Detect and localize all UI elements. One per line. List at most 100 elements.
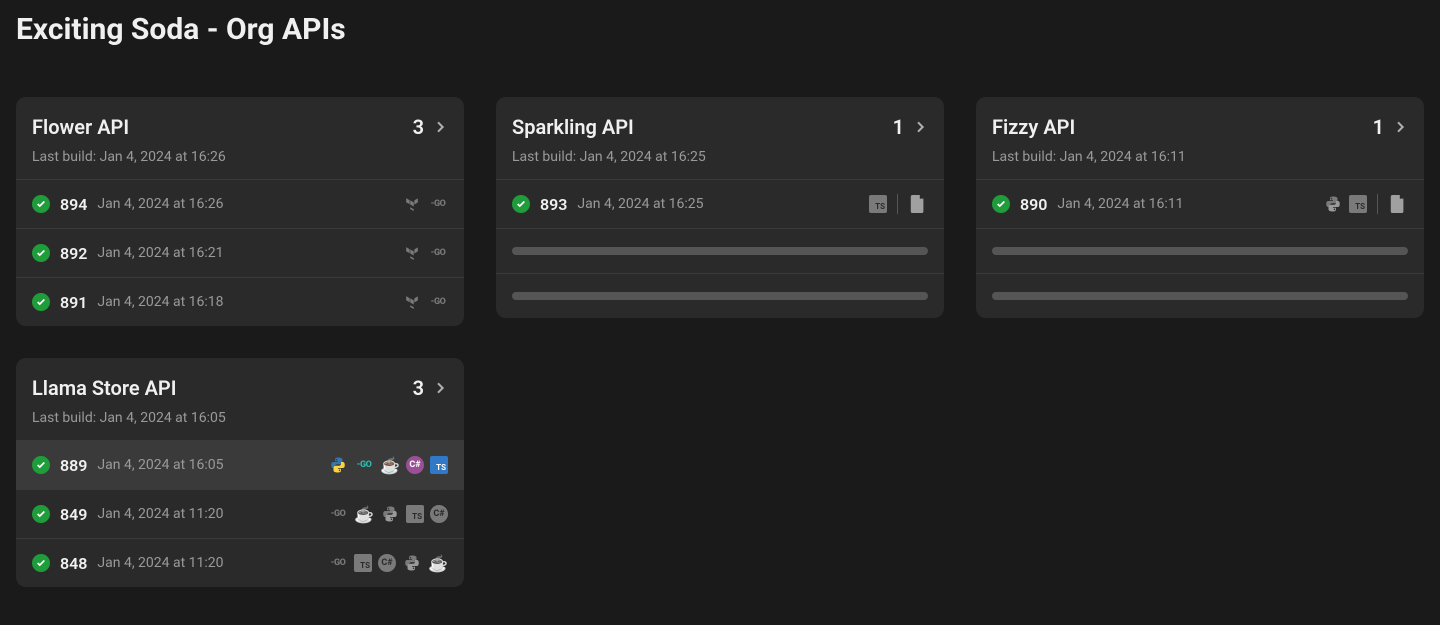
java-icon: ☕ [354,504,374,524]
success-icon [992,195,1010,213]
build-langs: TS [1323,194,1408,214]
csharp-icon: C# [378,554,396,572]
typescript-icon: TS [869,195,887,213]
csharp-icon: C# [406,456,424,474]
chevron-right-icon [432,380,448,396]
terraform-icon [402,194,422,214]
placeholder-row [976,228,1424,273]
terraform-icon [402,243,422,263]
build-number: 890 [1020,195,1047,214]
card-count-group: 3 [413,376,448,400]
build-langs: -GO [402,243,448,263]
card-count: 1 [1373,115,1384,139]
build-langs: -GO TS C# ☕ [328,553,448,573]
card-title: Llama Store API [32,376,177,400]
chevron-right-icon [432,119,448,135]
placeholder-bar [512,292,928,300]
placeholder-row [976,273,1424,318]
build-info: 893 Jan 4, 2024 at 16:25 [512,195,704,214]
build-langs: TS [869,194,928,214]
build-row[interactable]: 848 Jan 4, 2024 at 11:20 -GO TS C# ☕ [16,538,464,587]
card-count: 1 [893,115,904,139]
python-icon [1323,194,1343,214]
card-header[interactable]: Flower API 3 Last build: Jan 4, 2024 at … [16,97,464,179]
build-row[interactable]: 893 Jan 4, 2024 at 16:25 TS [496,179,944,228]
build-date: Jan 4, 2024 at 16:11 [1057,196,1183,212]
card-count: 3 [413,376,424,400]
card-header[interactable]: Sparkling API 1 Last build: Jan 4, 2024 … [496,97,944,179]
card-count-group: 3 [413,115,448,139]
success-icon [32,554,50,572]
build-date: Jan 4, 2024 at 16:21 [97,245,223,261]
build-number: 891 [60,293,87,312]
build-row[interactable]: 892 Jan 4, 2024 at 16:21 -GO [16,228,464,277]
build-langs: -GO [402,292,448,312]
build-number: 893 [540,195,567,214]
card-subtitle: Last build: Jan 4, 2024 at 16:05 [32,410,448,426]
build-info: 889 Jan 4, 2024 at 16:05 [32,456,224,475]
card-title: Flower API [32,115,129,139]
java-icon: ☕ [380,455,400,475]
divider [897,194,898,214]
chevron-right-icon [1392,119,1408,135]
build-date: Jan 4, 2024 at 16:18 [97,294,223,310]
placeholder-bar [992,292,1408,300]
build-row[interactable]: 889 Jan 4, 2024 at 16:05 -GO ☕ C# TS [16,440,464,489]
build-number: 889 [60,456,87,475]
build-date: Jan 4, 2024 at 11:20 [97,506,223,522]
build-number: 848 [60,554,87,573]
csharp-icon: C# [430,505,448,523]
card-count-group: 1 [1373,115,1408,139]
build-langs: -GO ☕ C# TS [328,455,448,475]
build-row[interactable]: 894 Jan 4, 2024 at 16:26 -GO [16,179,464,228]
build-row[interactable]: 849 Jan 4, 2024 at 11:20 -GO☕TSC# [16,489,464,538]
api-card: Llama Store API 3 Last build: Jan 4, 202… [16,358,464,587]
typescript-icon: TS [354,554,372,572]
python-icon [328,455,348,475]
page-title: Exciting Soda - Org APIs [16,0,1424,47]
build-langs: -GO [402,194,448,214]
cards-grid: Flower API 3 Last build: Jan 4, 2024 at … [16,97,1424,619]
api-card: Sparkling API 1 Last build: Jan 4, 2024 … [496,97,944,318]
typescript-icon: TS [1349,195,1367,213]
build-row[interactable]: 890 Jan 4, 2024 at 16:11 TS [976,179,1424,228]
api-card: Fizzy API 1 Last build: Jan 4, 2024 at 1… [976,97,1424,318]
success-icon [32,456,50,474]
build-info: 892 Jan 4, 2024 at 16:21 [32,244,224,263]
card-title: Fizzy API [992,115,1075,139]
card-header[interactable]: Llama Store API 3 Last build: Jan 4, 202… [16,358,464,440]
build-langs: -GO☕TSC# [328,504,448,524]
card-title: Sparkling API [512,115,634,139]
card-count-group: 1 [893,115,928,139]
build-row[interactable]: 891 Jan 4, 2024 at 16:18 -GO [16,277,464,326]
placeholder-bar [992,247,1408,255]
build-info: 849 Jan 4, 2024 at 11:20 [32,505,224,524]
java-icon: ☕ [428,553,448,573]
card-subtitle: Last build: Jan 4, 2024 at 16:26 [32,149,448,165]
success-icon [32,244,50,262]
card-header[interactable]: Fizzy API 1 Last build: Jan 4, 2024 at 1… [976,97,1424,179]
go-icon: -GO [428,292,448,312]
success-icon [512,195,530,213]
python-icon [402,553,422,573]
build-number: 892 [60,244,87,263]
terraform-icon [402,292,422,312]
api-card: Flower API 3 Last build: Jan 4, 2024 at … [16,97,464,326]
document-icon [908,194,928,214]
card-subtitle: Last build: Jan 4, 2024 at 16:25 [512,149,928,165]
build-number: 894 [60,195,87,214]
success-icon [32,505,50,523]
build-info: 894 Jan 4, 2024 at 16:26 [32,195,224,214]
card-count: 3 [413,115,424,139]
success-icon [32,293,50,311]
typescript-icon: TS [406,505,424,523]
build-number: 849 [60,505,87,524]
build-date: Jan 4, 2024 at 16:25 [577,196,703,212]
divider [1377,194,1378,214]
build-date: Jan 4, 2024 at 11:20 [97,555,223,571]
success-icon [32,195,50,213]
chevron-right-icon [912,119,928,135]
go-icon: -GO [354,455,374,475]
typescript-icon: TS [430,456,448,474]
go-icon: -GO [328,553,348,573]
